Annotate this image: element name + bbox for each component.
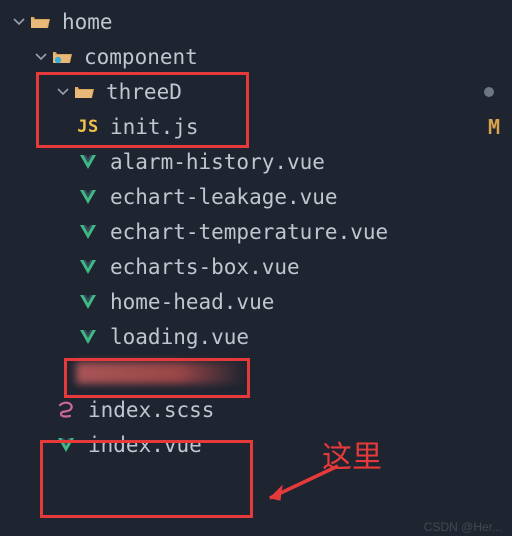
chevron-down-icon <box>10 16 28 28</box>
file-alarm-history[interactable]: alarm-history.vue <box>0 144 512 179</box>
chevron-down-icon <box>54 86 72 98</box>
redacted-file <box>76 362 246 384</box>
file-label: init.js <box>110 115 199 139</box>
vue-file-icon <box>76 188 100 206</box>
file-loading[interactable]: loading.vue <box>0 319 512 354</box>
vue-file-icon <box>76 293 100 311</box>
file-echarts-box[interactable]: echarts-box.vue <box>0 249 512 284</box>
git-dirty-dot-icon <box>484 87 494 97</box>
folder-threeD[interactable]: threeD <box>0 74 512 109</box>
annotation-arrow-icon <box>256 460 346 510</box>
file-label: echart-leakage.vue <box>110 185 338 209</box>
sass-file-icon <box>54 401 78 419</box>
file-label: home-head.vue <box>110 290 274 314</box>
file-label: echarts-box.vue <box>110 255 300 279</box>
file-label: index.scss <box>88 398 214 422</box>
js-file-icon: JS <box>76 117 100 137</box>
vue-file-icon <box>76 328 100 346</box>
folder-label: component <box>84 45 198 69</box>
file-label: echart-temperature.vue <box>110 220 388 244</box>
vue-file-icon <box>76 153 100 171</box>
folder-label: threeD <box>106 80 182 104</box>
vue-file-icon <box>54 436 78 454</box>
folder-component[interactable]: component <box>0 39 512 74</box>
folder-open-marked-icon <box>50 48 74 66</box>
file-label: alarm-history.vue <box>110 150 325 174</box>
file-index-vue[interactable]: index.vue <box>0 427 512 462</box>
file-index-scss[interactable]: index.scss <box>0 392 512 427</box>
file-echart-temperature[interactable]: echart-temperature.vue <box>0 214 512 249</box>
folder-open-icon <box>28 13 52 31</box>
folder-home[interactable]: home <box>0 4 512 39</box>
folder-open-icon <box>72 83 96 101</box>
vue-file-icon <box>76 223 100 241</box>
git-modified-badge: M <box>488 115 500 139</box>
file-echart-leakage[interactable]: echart-leakage.vue <box>0 179 512 214</box>
folder-label: home <box>62 10 113 34</box>
vue-file-icon <box>76 258 100 276</box>
file-label: loading.vue <box>110 325 249 349</box>
chevron-down-icon <box>32 51 50 63</box>
file-home-head[interactable]: home-head.vue <box>0 284 512 319</box>
file-tree: home component threeD JS init.js M alarm… <box>0 0 512 462</box>
watermark: CSDN @Her... <box>424 520 502 534</box>
file-label: index.vue <box>88 433 202 457</box>
file-init-js[interactable]: JS init.js M <box>0 109 512 144</box>
